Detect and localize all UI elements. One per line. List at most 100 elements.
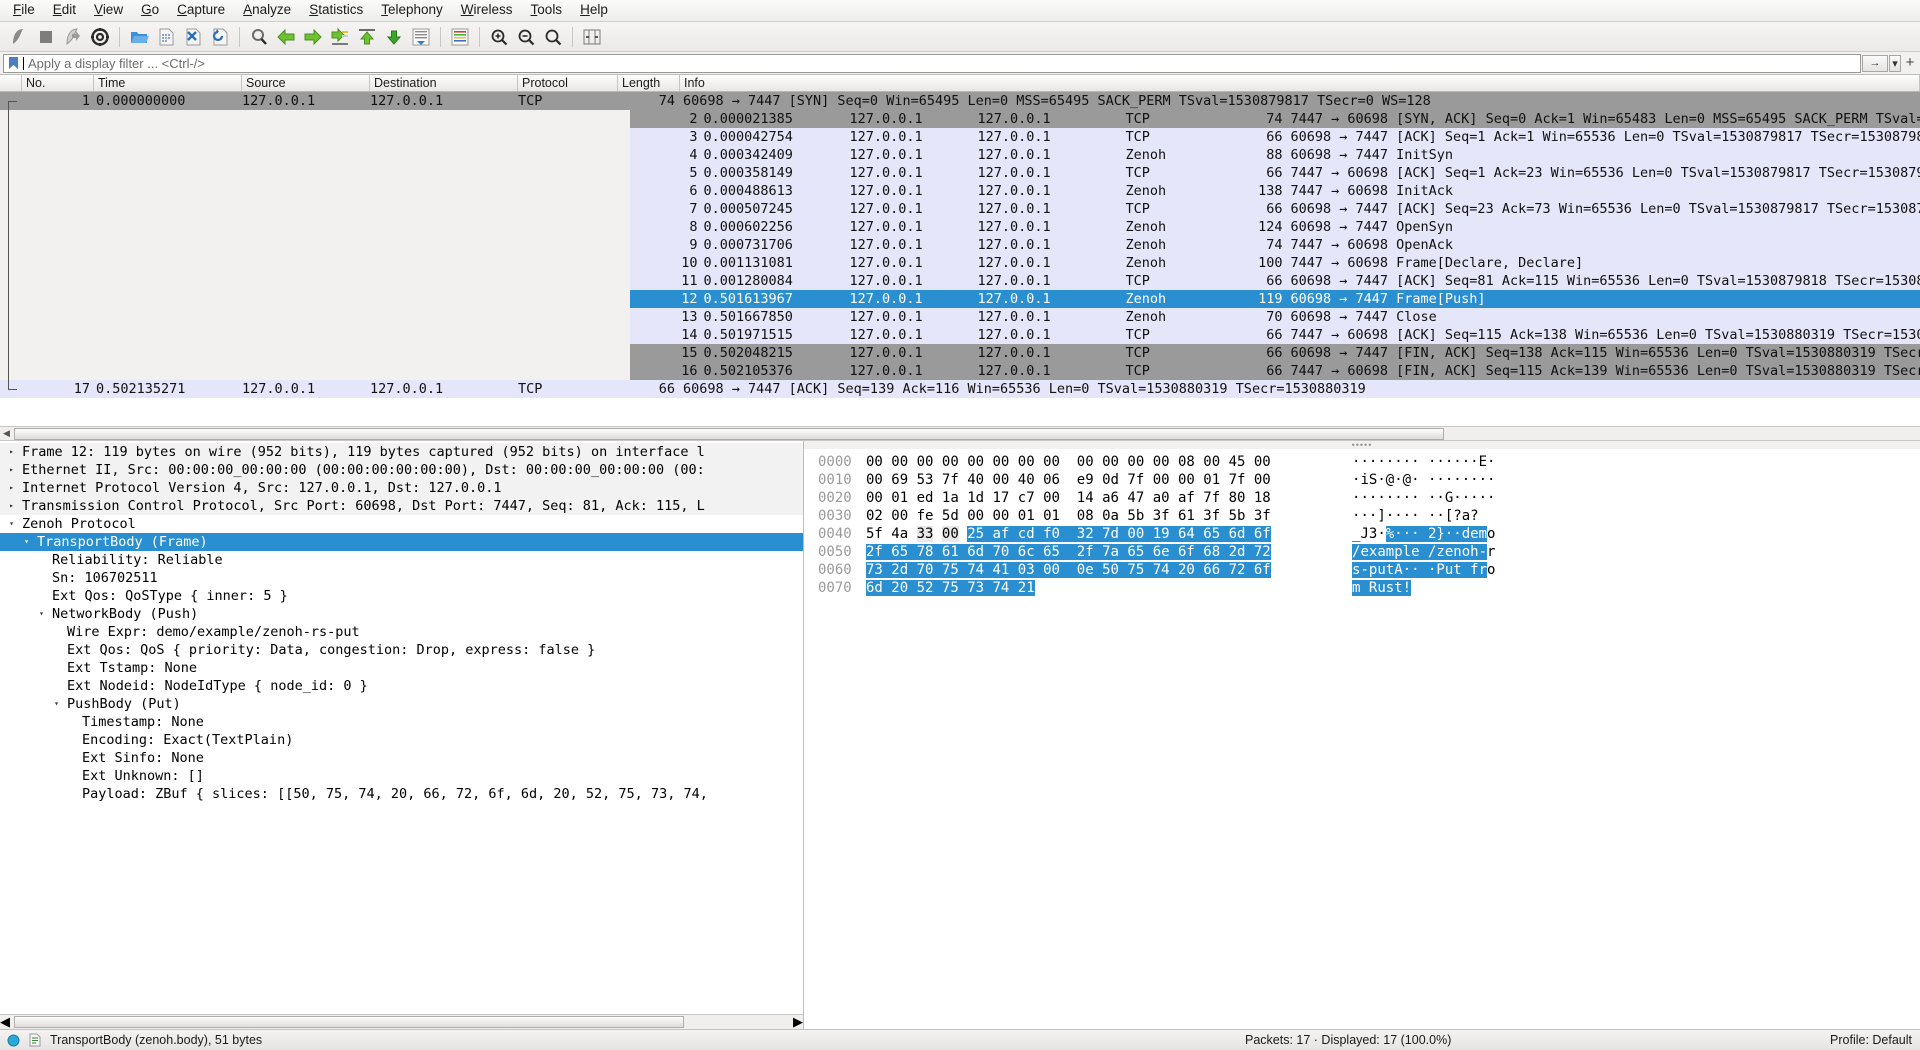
hex-byte[interactable]: 06	[1043, 472, 1060, 488]
hex-byte[interactable]: 14	[1077, 490, 1094, 506]
hex-byte[interactable]: 00	[1043, 562, 1060, 578]
menu-tools[interactable]: Tools	[522, 0, 572, 21]
hex-byte[interactable]: 6f	[1253, 562, 1271, 578]
scroll-left-icon[interactable]: ◀	[0, 1014, 10, 1030]
pane-splitter-handle[interactable]: •••••	[804, 441, 1920, 450]
hex-byte[interactable]: c7	[1018, 490, 1035, 506]
hex-byte[interactable]: 6e	[1152, 544, 1170, 560]
hex-byte[interactable]: 20	[891, 580, 909, 596]
column-header-info[interactable]: Info	[680, 75, 1920, 91]
bookmark-icon[interactable]	[4, 55, 22, 72]
hex-byte[interactable]: 00	[967, 508, 984, 524]
hex-byte[interactable]: 2d	[891, 562, 909, 578]
hex-byte[interactable]: 6d	[967, 544, 985, 560]
hex-byte[interactable]: f0	[1043, 526, 1060, 542]
hex-byte[interactable]: 66	[1203, 562, 1221, 578]
hex-byte[interactable]: 53	[917, 472, 934, 488]
hex-byte[interactable]: 00	[866, 454, 883, 470]
packet-detail-tree[interactable]: ▸ Frame 12: 119 bytes on wire (952 bits),…	[0, 441, 803, 1014]
hex-byte[interactable]: 7f	[1127, 472, 1144, 488]
hex-byte[interactable]: 00	[1203, 454, 1220, 470]
detail-tree-item[interactable]: Ext Tstamp: None	[0, 659, 803, 677]
detail-tree-item[interactable]: Sn: 106702511	[0, 569, 803, 587]
column-header-time[interactable]: Time	[94, 75, 242, 91]
hex-byte[interactable]: 41	[992, 562, 1010, 578]
menu-capture[interactable]: Capture	[168, 0, 234, 21]
hex-byte[interactable]: 50	[1102, 562, 1119, 578]
hex-byte[interactable]: 00	[1102, 454, 1119, 470]
hex-byte[interactable]: 2f	[866, 544, 883, 560]
close-file-icon[interactable]	[180, 24, 206, 50]
menu-go[interactable]: Go	[132, 0, 168, 21]
start-capture-icon[interactable]	[6, 24, 32, 50]
packet-bytes-hexdump[interactable]: 0000 00 00 00 00 00 00 00 00 00 00 00 00 …	[804, 449, 1920, 1029]
detail-hscrollbar[interactable]: ◀ ▶	[0, 1014, 803, 1029]
hex-byte[interactable]: af	[992, 526, 1010, 542]
column-header-source[interactable]: Source	[242, 75, 370, 91]
table-row[interactable]: 15 0.502048215 127.0.0.1 127.0.0.1 TCP 66 6069…	[0, 344, 1920, 362]
hex-byte[interactable]: 3f	[1254, 508, 1271, 524]
hex-byte[interactable]: 3f	[1203, 508, 1220, 524]
hexdump-row[interactable]: 0050 2f 65 78 61 6d 70 6c 65 2f 7a 65 6e …	[804, 543, 1920, 561]
hex-byte[interactable]: 70	[992, 544, 1010, 560]
table-row[interactable]: 2 0.000021385 127.0.0.1 127.0.0.1 TCP 74 7447 …	[0, 110, 1920, 128]
find-packet-icon[interactable]	[246, 24, 272, 50]
hex-byte[interactable]: 00	[1043, 490, 1060, 506]
hex-byte[interactable]: 68	[1203, 544, 1221, 560]
menu-help[interactable]: Help	[571, 0, 617, 21]
hex-byte[interactable]: 6d	[1228, 526, 1246, 542]
table-row[interactable]: 10 0.001131081 127.0.0.1 127.0.0.1 Zenoh 100 7…	[0, 254, 1920, 272]
hex-byte[interactable]: 17	[992, 490, 1009, 506]
detail-hscroll-thumb[interactable]	[14, 1016, 684, 1028]
menu-file[interactable]: File	[4, 0, 44, 21]
hexdump-row[interactable]: 0000 00 00 00 00 00 00 00 00 00 00 00 00 …	[804, 453, 1920, 471]
hex-byte[interactable]: 3f	[1153, 508, 1170, 524]
table-row[interactable]: 4 0.000342409 127.0.0.1 127.0.0.1 Zenoh 88 606…	[0, 146, 1920, 164]
hex-byte[interactable]: 00	[992, 508, 1009, 524]
detail-tree-item[interactable]: Wire Expr: demo/example/zenoh-rs-put	[0, 623, 803, 641]
table-row[interactable]: 14 0.501971515 127.0.0.1 127.0.0.1 TCP 66 7447…	[0, 326, 1920, 344]
hex-byte[interactable]: 5b	[1127, 508, 1144, 524]
hex-byte[interactable]: af	[1178, 490, 1195, 506]
hex-byte[interactable]: 1d	[967, 490, 984, 506]
hex-byte[interactable]: 7f	[1229, 472, 1246, 488]
hex-byte[interactable]: 00	[866, 472, 883, 488]
hex-byte[interactable]: 00	[1077, 454, 1094, 470]
table-row[interactable]: 9 0.000731706 127.0.0.1 127.0.0.1 Zenoh 74 744…	[0, 236, 1920, 254]
go-to-packet-icon[interactable]	[327, 24, 353, 50]
hex-byte[interactable]: 45	[1229, 454, 1246, 470]
hex-byte[interactable]: 74	[967, 562, 985, 578]
detail-tree-item[interactable]: Timestamp: None	[0, 713, 803, 731]
hex-byte[interactable]: 5b	[1229, 508, 1246, 524]
table-row[interactable]: 5 0.000358149 127.0.0.1 127.0.0.1 TCP 66 7447 …	[0, 164, 1920, 182]
hex-byte[interactable]: 00	[891, 454, 908, 470]
stop-capture-icon[interactable]	[33, 24, 59, 50]
table-row[interactable]: 8 0.000602256 127.0.0.1 127.0.0.1 Zenoh 124 60…	[0, 218, 1920, 236]
hex-byte[interactable]: 00	[967, 454, 984, 470]
hex-byte[interactable]: 70	[916, 562, 934, 578]
scroll-left-icon[interactable]: ◀	[0, 427, 13, 440]
chevron-down-icon[interactable]: ▾	[36, 605, 47, 623]
column-header-length[interactable]: Length	[618, 75, 680, 91]
table-row[interactable]: 17 0.502135271 127.0.0.1 127.0.0.1 TCP 66 6069…	[0, 380, 1920, 398]
hex-byte[interactable]: 20	[1177, 562, 1195, 578]
chevron-down-icon[interactable]: ▾	[21, 533, 32, 551]
colorize-icon[interactable]	[447, 24, 473, 50]
hex-byte[interactable]: 65	[891, 544, 909, 560]
hex-byte[interactable]: 33	[916, 526, 934, 542]
hex-byte[interactable]: 6c	[1017, 544, 1035, 560]
hex-byte[interactable]: 61	[1178, 508, 1195, 524]
hex-byte[interactable]: 08	[1178, 454, 1195, 470]
open-file-icon[interactable]	[126, 24, 152, 50]
hexdump-row[interactable]: 0070 6d 20 52 75 73 74 21 m Rust!	[804, 579, 1920, 597]
restart-capture-icon[interactable]	[60, 24, 86, 50]
packet-list-hscrollbar[interactable]: ◀	[0, 426, 1920, 441]
detail-tree-item[interactable]: Encoding: Exact(TextPlain)	[0, 731, 803, 749]
detail-tree-item[interactable]: ▸ Internet Protocol Version 4, Src: 127.0…	[0, 479, 803, 497]
detail-tree-item[interactable]: Ext Unknown: []	[0, 767, 803, 785]
zoom-reset-icon[interactable]	[540, 24, 566, 50]
hex-byte[interactable]: 00	[1127, 454, 1144, 470]
hex-byte[interactable]: 7f	[1203, 490, 1220, 506]
hex-byte[interactable]: 00	[917, 454, 934, 470]
hex-byte[interactable]: 7a	[1102, 544, 1119, 560]
